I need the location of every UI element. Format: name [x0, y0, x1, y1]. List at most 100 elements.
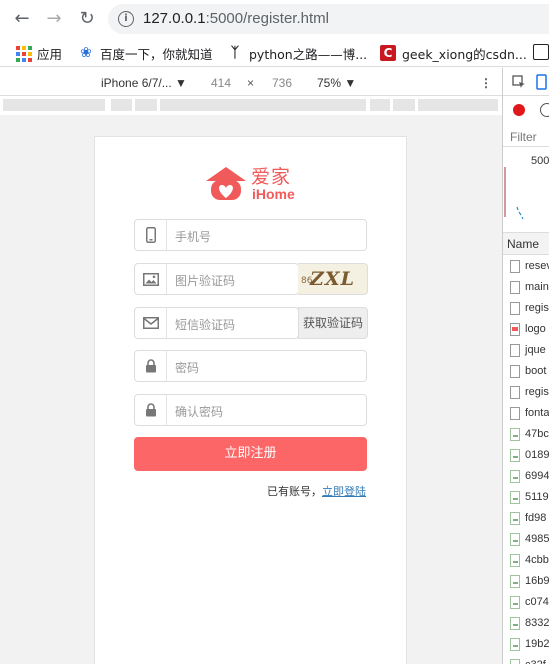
- request-name: 4cbb: [525, 554, 549, 566]
- forward-arrow-icon[interactable]: →: [43, 8, 65, 30]
- image-file-icon: [510, 428, 520, 441]
- image-file-icon: [510, 533, 520, 546]
- image-file-icon: [510, 596, 520, 609]
- request-row[interactable]: 8332: [503, 613, 549, 634]
- bookmark-csdn[interactable]: C geek_xiong的csdn...: [380, 44, 527, 62]
- request-row[interactable]: 47bc: [503, 424, 549, 445]
- password-placeholder: 密码: [175, 361, 200, 375]
- image-file-icon: [510, 617, 520, 630]
- name-column-header[interactable]: Name: [503, 233, 549, 255]
- request-name: 4985: [525, 533, 549, 545]
- device-toggle-icon[interactable]: [536, 74, 549, 90]
- zoom-select[interactable]: 75% ▼: [317, 76, 356, 90]
- reload-icon[interactable]: ↻: [76, 8, 98, 30]
- bookmark-apps[interactable]: 应用: [15, 44, 62, 62]
- site-info-icon[interactable]: i: [118, 11, 134, 27]
- document-file-icon: [510, 260, 520, 273]
- overview-waterfall: [504, 167, 524, 220]
- request-row[interactable]: main: [503, 277, 549, 298]
- request-name: fonta: [525, 407, 549, 419]
- bookmarks-bar: 应用 ❀ 百度一下，你就知道 ᛉ python之路——博... C geek_x…: [0, 38, 549, 67]
- request-row[interactable]: 5119: [503, 487, 549, 508]
- login-link[interactable]: 立即登陆: [322, 485, 366, 498]
- image-file-icon: [510, 554, 520, 567]
- request-row[interactable]: jque: [503, 340, 549, 361]
- media-query-ruler[interactable]: [0, 97, 502, 115]
- request-row[interactable]: 6994: [503, 466, 549, 487]
- confirm-password-placeholder: 确认密码: [175, 405, 224, 419]
- get-sms-code-button[interactable]: 获取验证码: [298, 307, 368, 339]
- request-row[interactable]: 0189: [503, 445, 549, 466]
- request-name: 47bc: [525, 428, 549, 440]
- request-row[interactable]: 4cbb: [503, 550, 549, 571]
- have-account-text: 已有账号，: [267, 485, 322, 498]
- request-name: resev: [525, 260, 549, 272]
- request-name: fd98: [525, 512, 547, 524]
- address-bar[interactable]: i 127.0.0.1:5000/register.html: [108, 4, 549, 34]
- devtools-tabbar: [503, 68, 549, 96]
- url-text[interactable]: 127.0.0.1:5000/register.html: [143, 10, 329, 27]
- request-row[interactable]: logo: [503, 319, 549, 340]
- register-button[interactable]: 立即注册: [134, 437, 367, 471]
- device-height-input[interactable]: 736: [272, 76, 292, 90]
- request-name: 19b2: [525, 638, 549, 650]
- register-page: 爱家 iHome 手机号 图片验证码 86 ZXL 短信验证码 获取验证码 密码…: [94, 136, 407, 664]
- request-row[interactable]: resev: [503, 256, 549, 277]
- logo-english-text: iHome: [252, 186, 295, 202]
- request-name: 0189: [525, 449, 549, 461]
- sms-code-field[interactable]: 短信验证码: [134, 307, 299, 339]
- envelope-icon: [135, 308, 167, 338]
- bookmark-label: geek_xiong的csdn...: [402, 46, 527, 62]
- back-arrow-icon[interactable]: ←: [11, 8, 33, 30]
- image-code-field[interactable]: 图片验证码: [134, 263, 299, 295]
- device-width-input[interactable]: 414: [211, 76, 231, 90]
- bookmark-baidu[interactable]: ❀ 百度一下，你就知道: [78, 44, 212, 62]
- image-file-icon: [510, 575, 520, 588]
- request-row[interactable]: fonta: [503, 403, 549, 424]
- captcha-image[interactable]: 86 ZXL: [298, 263, 368, 295]
- mobile-field[interactable]: 手机号: [134, 219, 367, 251]
- image-file-icon: [510, 491, 520, 504]
- bookmark-more-icon[interactable]: [533, 44, 549, 60]
- request-row[interactable]: regis: [503, 382, 549, 403]
- bookmark-label: 应用: [37, 46, 63, 62]
- request-row[interactable]: 19b2: [503, 634, 549, 655]
- request-name: c074: [525, 596, 549, 608]
- request-row[interactable]: regis: [503, 298, 549, 319]
- device-select[interactable]: iPhone 6/7/... ▼: [101, 76, 187, 90]
- request-name: 16b9: [525, 575, 549, 587]
- bookmark-label: python之路——博...: [249, 46, 368, 62]
- clear-icon[interactable]: [540, 103, 549, 117]
- image-file-icon: [510, 638, 520, 651]
- request-row[interactable]: c32f: [503, 655, 549, 664]
- device-viewport: 爱家 iHome 手机号 图片验证码 86 ZXL 短信验证码 获取验证码 密码…: [0, 115, 502, 664]
- request-name: regis: [525, 302, 549, 314]
- overview-time-label: 500: [531, 155, 549, 167]
- filter-label[interactable]: Filter: [510, 130, 537, 144]
- mobile-placeholder: 手机号: [175, 230, 212, 244]
- request-name: logo: [525, 323, 546, 335]
- picture-icon: [135, 264, 167, 294]
- baidu-paw-icon: ❀: [80, 45, 92, 61]
- lock-icon: [135, 395, 167, 425]
- inspect-element-icon[interactable]: [512, 75, 526, 89]
- document-file-icon: [510, 365, 520, 378]
- request-name: boot: [525, 365, 547, 377]
- more-options-icon[interactable]: ⋮: [480, 76, 492, 90]
- confirm-password-field[interactable]: 确认密码: [134, 394, 367, 426]
- bookmark-python[interactable]: ᛉ python之路——博...: [227, 44, 367, 62]
- image-file-icon: [510, 449, 520, 462]
- mobile-phone-icon: [135, 220, 167, 250]
- document-file-icon: [510, 302, 520, 315]
- request-row[interactable]: fd98: [503, 508, 549, 529]
- captcha-text: ZXL: [310, 268, 355, 290]
- url-path: :5000/register.html: [205, 10, 329, 27]
- password-field[interactable]: 密码: [134, 350, 367, 382]
- apps-grid-icon: [15, 45, 32, 62]
- request-row[interactable]: 16b9: [503, 571, 549, 592]
- record-icon[interactable]: [513, 104, 525, 116]
- request-row[interactable]: 4985: [503, 529, 549, 550]
- request-row[interactable]: c074: [503, 592, 549, 613]
- device-toolbar: iPhone 6/7/... ▼ 414 × 736 75% ▼ ⋮: [0, 68, 502, 96]
- request-row[interactable]: boot: [503, 361, 549, 382]
